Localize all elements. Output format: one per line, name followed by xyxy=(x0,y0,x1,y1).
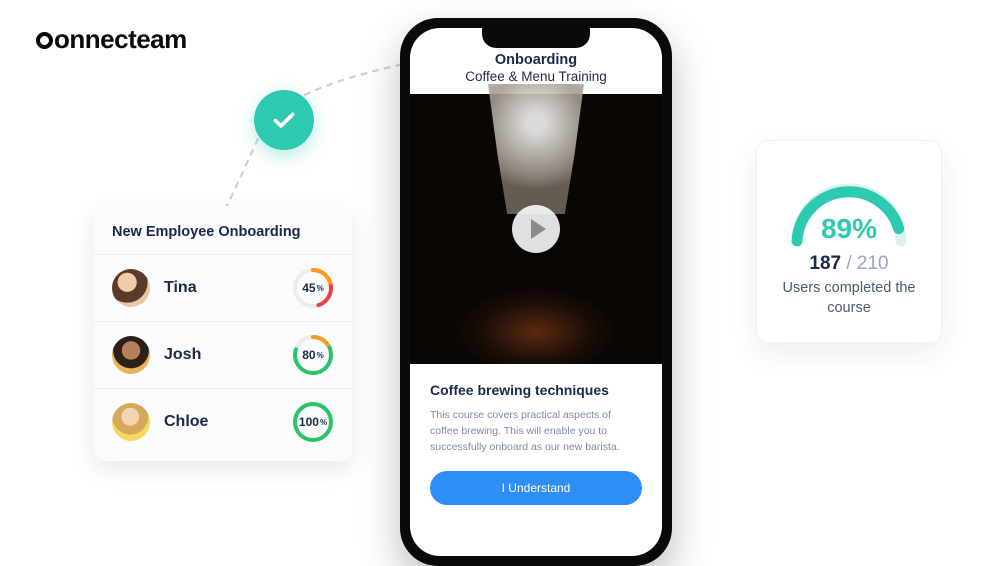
employee-name: Josh xyxy=(164,346,201,364)
progress-ring: 100% xyxy=(292,401,334,443)
stats-label: Users completed the course xyxy=(775,279,923,318)
gauge: 89% xyxy=(783,163,915,249)
course-content: Coffee brewing techniques This course co… xyxy=(410,364,662,519)
employee-card-title: New Employee Onboarding xyxy=(94,224,352,254)
employee-onboarding-card: New Employee Onboarding Tina 45% Josh xyxy=(94,206,352,461)
progress-percent: 100 xyxy=(299,415,319,429)
gauge-percent: 89% xyxy=(783,213,915,245)
progress-ring: 45% xyxy=(292,267,334,309)
connector-line xyxy=(210,60,420,230)
progress-percent: 80 xyxy=(302,348,315,362)
phone-mock: Onboarding Coffee & Menu Training Coffee… xyxy=(400,18,672,566)
completion-stats-card: 89% 187 / 210 Users completed the course xyxy=(756,140,942,343)
total-count: 210 xyxy=(857,253,889,274)
content-body: This course covers practical aspects of … xyxy=(430,408,642,455)
checkmark-icon xyxy=(271,107,297,133)
check-badge xyxy=(254,90,314,150)
employee-row[interactable]: Tina 45% xyxy=(94,254,352,321)
completed-count: 187 xyxy=(809,253,841,274)
course-hero-image xyxy=(410,94,662,364)
employee-row[interactable]: Josh 80% xyxy=(94,321,352,388)
play-button[interactable] xyxy=(512,205,560,253)
employee-row[interactable]: Chloe 100% xyxy=(94,388,352,455)
brand-wordmark: onnecteam xyxy=(36,24,187,54)
avatar xyxy=(112,336,150,374)
stats-numbers: 187 / 210 xyxy=(775,253,923,275)
phone-notch xyxy=(482,28,590,48)
brand-logo: onnecteam xyxy=(36,24,187,55)
header-title: Onboarding xyxy=(420,52,652,68)
i-understand-button[interactable]: I Understand xyxy=(430,471,642,505)
avatar xyxy=(112,403,150,441)
employee-name: Chloe xyxy=(164,413,208,431)
progress-ring: 80% xyxy=(292,334,334,376)
employee-name: Tina xyxy=(164,279,197,297)
progress-percent: 45 xyxy=(302,281,315,295)
content-title: Coffee brewing techniques xyxy=(430,382,642,398)
avatar xyxy=(112,269,150,307)
header-subtitle: Coffee & Menu Training xyxy=(420,69,652,84)
phone-screen: Onboarding Coffee & Menu Training Coffee… xyxy=(410,28,662,556)
